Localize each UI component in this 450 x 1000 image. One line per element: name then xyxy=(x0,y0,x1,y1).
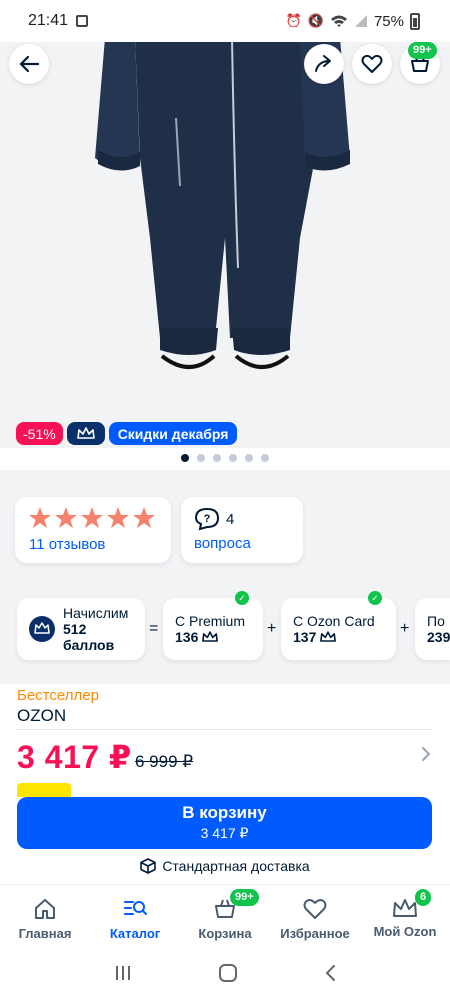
crown-icon xyxy=(320,631,337,642)
nav-my-ozon-badge: 6 xyxy=(415,889,432,906)
favorite-button[interactable] xyxy=(352,44,392,84)
operator-plus: + xyxy=(267,620,277,637)
cart-top-badge: 99+ xyxy=(408,42,437,59)
reviews-link[interactable]: 11 отзывов xyxy=(29,536,171,553)
catalog-search-icon xyxy=(124,901,147,915)
gallery-dot[interactable] xyxy=(213,454,221,462)
system-nav-bar xyxy=(0,946,450,1000)
bonus-ozon-card[interactable]: С Ozon Card 137 xyxy=(281,598,396,660)
card-price-badge xyxy=(17,783,71,797)
bestseller-label: Бестселлер xyxy=(17,687,99,704)
cart-top-button[interactable]: 99+ xyxy=(400,42,440,84)
jumpsuit-illustration xyxy=(95,38,350,369)
star-icon xyxy=(29,507,51,528)
bonus-premium-value: 136 xyxy=(175,629,199,645)
back-button[interactable] xyxy=(9,44,49,84)
gallery-dot[interactable] xyxy=(181,454,189,462)
delivery-label: Стандартная доставка xyxy=(162,858,310,874)
back-nav-icon[interactable] xyxy=(323,964,337,982)
rating-card[interactable]: 11 отзывов xyxy=(15,497,171,563)
star-icon xyxy=(107,507,129,528)
discount-badge: -51% xyxy=(16,422,63,445)
sale-tag[interactable]: Скидки декабря xyxy=(108,422,238,445)
bonus-ozon-card-label: С Ozon Card xyxy=(293,613,375,629)
operator-equals: = xyxy=(149,620,159,637)
signal-icon xyxy=(354,15,367,27)
crown-icon xyxy=(393,899,417,917)
bonus-extra-label: По xyxy=(427,613,445,629)
add-to-cart-price: 3 417 ₽ xyxy=(200,825,249,841)
promo-tags: -51% Скидки декабря xyxy=(16,422,238,445)
arrow-left-icon xyxy=(19,55,40,73)
nav-favorites-label: Избранное xyxy=(280,926,350,941)
product-image[interactable] xyxy=(0,38,450,448)
bonus-premium-label: С Premium xyxy=(175,613,246,629)
brand-name[interactable]: OZON xyxy=(17,706,66,726)
battery-percent: 75% xyxy=(373,12,404,30)
premium-tag xyxy=(66,422,105,445)
add-to-cart-label: В корзину xyxy=(182,803,267,822)
home-button-icon[interactable] xyxy=(218,963,238,983)
bonus-accrue-label: Начислим xyxy=(63,605,129,621)
bonus-extra-card[interactable]: По 239 xyxy=(415,598,450,660)
status-time: 21:41 xyxy=(28,12,69,29)
svg-text:?: ? xyxy=(204,513,211,525)
question-bubble-icon: ? xyxy=(194,507,220,531)
nav-catalog-label: Каталог xyxy=(109,926,161,941)
wifi-icon xyxy=(330,15,347,27)
nav-home-label: Главная xyxy=(18,926,72,941)
share-button[interactable] xyxy=(304,44,344,84)
questions-count: 4 xyxy=(226,510,235,528)
alarm-icon: ⏰ xyxy=(285,13,302,28)
gallery-dot[interactable] xyxy=(229,454,237,462)
gallery-dot[interactable] xyxy=(245,454,253,462)
bottom-nav: Главная Каталог 99+ Корзина Избранное 6 … xyxy=(0,884,450,946)
box-icon xyxy=(140,858,157,874)
operator-plus: + xyxy=(400,620,410,637)
bonus-extra-value: 239 xyxy=(427,629,450,645)
star-icon xyxy=(133,507,155,528)
nav-my-ozon-label: Мой Ozon xyxy=(373,924,437,939)
nav-my-ozon[interactable]: 6 Мой Ozon xyxy=(360,885,450,946)
home-icon xyxy=(35,899,55,919)
questions-link[interactable]: вопроса xyxy=(194,535,303,552)
bonus-accrue-card[interactable]: Начислим 512 баллов xyxy=(17,598,145,660)
ozon-card-check-icon: ✓ xyxy=(368,591,382,605)
bonus-premium-card[interactable]: С Premium 136 xyxy=(163,598,263,660)
gallery-dot[interactable] xyxy=(261,454,269,462)
star-icon xyxy=(55,507,77,528)
recent-apps-icon[interactable] xyxy=(113,964,133,982)
premium-check-icon: ✓ xyxy=(235,591,249,605)
questions-card[interactable]: ? 4 вопроса xyxy=(181,497,303,563)
nav-cart-label: Корзина xyxy=(198,926,252,941)
nav-cart[interactable]: 99+ Корзина xyxy=(180,885,270,946)
nav-home[interactable]: Главная xyxy=(0,885,90,946)
divider xyxy=(17,729,433,730)
old-price: 6 999 ₽ xyxy=(135,752,194,771)
bonus-ozon-card-value: 137 xyxy=(293,629,317,645)
rating-stars xyxy=(28,506,171,530)
chevron-right-icon[interactable] xyxy=(420,746,432,762)
delivery-info[interactable]: Стандартная доставка xyxy=(0,858,450,874)
nav-catalog[interactable]: Каталог xyxy=(90,885,180,946)
crown-icon xyxy=(202,631,219,642)
current-price: 3 417 ₽ xyxy=(17,739,132,775)
crown-circle-icon xyxy=(29,616,55,642)
crown-icon xyxy=(76,427,95,439)
heart-icon xyxy=(303,899,327,919)
status-bar: 21:41 ⏰ 🔇 75% xyxy=(0,0,450,42)
heart-icon xyxy=(361,54,383,73)
notification-icon xyxy=(76,15,89,27)
bonus-accrue-value: 512 баллов xyxy=(63,621,115,653)
gallery-dots xyxy=(0,454,450,462)
nav-favorites[interactable]: Избранное xyxy=(270,885,360,946)
battery-icon xyxy=(410,12,420,30)
add-to-cart-button[interactable]: В корзину 3 417 ₽ xyxy=(17,797,432,849)
nav-cart-badge: 99+ xyxy=(230,889,259,906)
gallery-dot[interactable] xyxy=(197,454,205,462)
share-icon xyxy=(315,55,331,72)
star-icon xyxy=(81,507,103,528)
mute-icon: 🔇 xyxy=(307,13,324,28)
